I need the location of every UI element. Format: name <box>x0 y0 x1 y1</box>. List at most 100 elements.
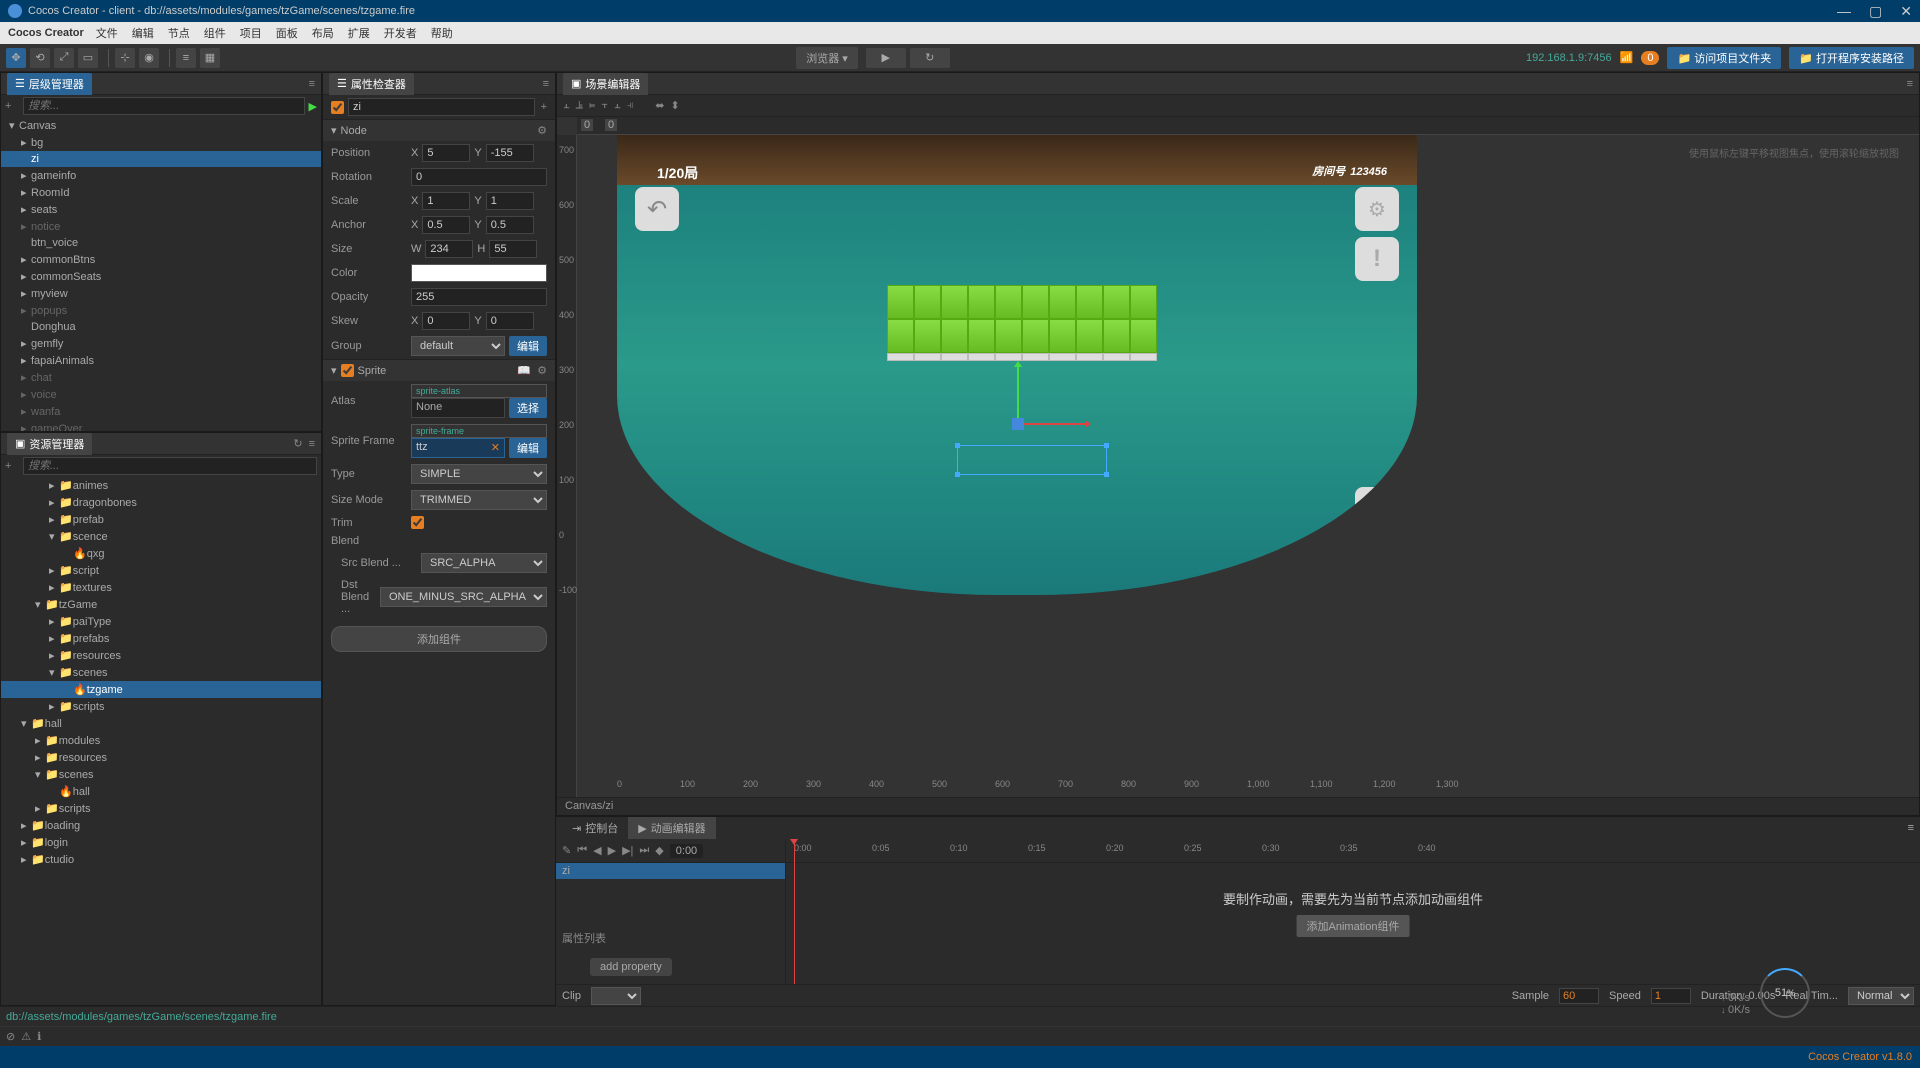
size-w-input[interactable] <box>425 240 473 258</box>
selection-box[interactable] <box>957 445 1107 475</box>
menu-component[interactable]: 组件 <box>204 25 226 41</box>
node-settings-icon[interactable]: ⚙ <box>537 124 547 137</box>
hierarchy-item-Donghua[interactable]: Donghua <box>1 319 321 335</box>
anim-menu-icon[interactable]: ≡ <box>1908 822 1914 834</box>
status-info-icon[interactable]: ℹ <box>37 1030 41 1043</box>
menu-layout[interactable]: 布局 <box>312 25 334 41</box>
hierarchy-item-commonSeats[interactable]: ▸commonSeats <box>1 268 321 285</box>
add-property-button[interactable]: add property <box>590 958 672 976</box>
anchor-x-input[interactable] <box>422 216 470 234</box>
asset-item-tzGame[interactable]: ▾📁 tzGame <box>1 596 321 613</box>
hierarchy-item-chat[interactable]: ▸chat <box>1 369 321 386</box>
inspector-tab[interactable]: ☰属性检查器 <box>329 73 414 95</box>
asset-item-animes[interactable]: ▸📁 animes <box>1 477 321 494</box>
chat-button[interactable]: 💬 <box>1355 537 1399 581</box>
opacity-input[interactable] <box>411 288 547 306</box>
skew-y-input[interactable] <box>486 312 534 330</box>
hierarchy-item-fapaiAnimals[interactable]: ▸fapaiAnimals <box>1 352 321 369</box>
asset-item-dragonbones[interactable]: ▸📁 dragonbones <box>1 494 321 511</box>
sample-input[interactable] <box>1559 988 1599 1004</box>
anim-track-item[interactable]: zi <box>556 863 785 879</box>
hierarchy-item-RoomId[interactable]: ▸RoomId <box>1 184 321 201</box>
hierarchy-item-myview[interactable]: ▸myview <box>1 285 321 302</box>
hierarchy-item-voice[interactable]: ▸voice <box>1 386 321 403</box>
hierarchy-search-input[interactable] <box>23 97 305 115</box>
asset-item-textures[interactable]: ▸📁 textures <box>1 579 321 596</box>
atlas-value[interactable]: None <box>411 398 505 418</box>
align-center-v-icon[interactable]: ⫠ <box>614 99 621 112</box>
console-tab[interactable]: ⇥控制台 <box>562 817 628 839</box>
scene-canvas[interactable]: 使用鼠标左键平移视图焦点，使用滚轮缩放视图 700600500400300200… <box>557 117 1919 797</box>
hierarchy-item-bg[interactable]: ▸bg <box>1 134 321 151</box>
hierarchy-item-commonBtns[interactable]: ▸commonBtns <box>1 251 321 268</box>
play-button[interactable]: ▶ <box>866 48 906 68</box>
scene-tab[interactable]: ▣场景编辑器 <box>563 73 648 95</box>
minimize-button[interactable]: — <box>1837 3 1851 20</box>
info-button[interactable]: ! <box>1355 237 1399 281</box>
grid-tool[interactable]: ▦ <box>200 48 220 68</box>
hierarchy-item-zi[interactable]: zi <box>1 151 321 167</box>
anchor-tool[interactable]: ⊹ <box>115 48 135 68</box>
move-tool[interactable]: ✥ <box>6 48 26 68</box>
status-warning-icon[interactable]: ⚠ <box>21 1030 31 1043</box>
spriteframe-clear-icon[interactable]: ✕ <box>491 441 500 455</box>
assets-search-input[interactable] <box>23 457 317 475</box>
hierarchy-item-gameOver[interactable]: ▸gameOver <box>1 420 321 431</box>
asset-item-script[interactable]: ▸📁 script <box>1 562 321 579</box>
sprite-type-select[interactable]: SIMPLE <box>411 464 547 484</box>
hierarchy-item-seats[interactable]: ▸seats <box>1 201 321 218</box>
animation-tab[interactable]: ▶动画编辑器 <box>628 817 715 839</box>
node-section-header[interactable]: ▾Node ⚙ <box>323 119 555 141</box>
align-left-icon[interactable]: ⫠ <box>563 99 570 112</box>
scale-tool[interactable]: ⤢ <box>54 48 74 68</box>
menu-file[interactable]: 文件 <box>96 25 118 41</box>
node-enabled-checkbox[interactable] <box>331 101 344 114</box>
dst-blend-select[interactable]: ONE_MINUS_SRC_ALPHA <box>380 587 547 607</box>
asset-item-qxg[interactable]: 🔥 qxg <box>1 545 321 562</box>
status-error-icon[interactable]: ⊘ <box>6 1030 15 1043</box>
rotate-tool[interactable]: ⟲ <box>30 48 50 68</box>
hierarchy-item-btn_voice[interactable]: btn_voice <box>1 235 321 251</box>
distribute-v-icon[interactable]: ⬍ <box>671 99 680 112</box>
asset-item-resources[interactable]: ▸📁 resources <box>1 749 321 766</box>
refresh-button[interactable]: ↻ <box>910 48 950 68</box>
anim-record-icon[interactable]: ✎ <box>562 844 571 857</box>
anim-prev-icon[interactable]: ◀ <box>593 844 601 857</box>
preview-platform-dropdown[interactable]: 浏览器 ▾ <box>796 47 858 69</box>
scale-x-input[interactable] <box>422 192 470 210</box>
settings-button[interactable]: ⚙ <box>1355 187 1399 231</box>
align-top-icon[interactable]: ⫟ <box>601 99 608 112</box>
assets-refresh-icon[interactable]: ↻ <box>293 437 302 450</box>
assets-add-button[interactable]: + <box>5 460 23 472</box>
menu-edit[interactable]: 编辑 <box>132 25 154 41</box>
asset-item-prefab[interactable]: ▸📁 prefab <box>1 511 321 528</box>
hierarchy-menu-icon[interactable]: ≡ <box>309 78 315 90</box>
hierarchy-item-gemfly[interactable]: ▸gemfly <box>1 335 321 352</box>
asset-item-prefabs[interactable]: ▸📁 prefabs <box>1 630 321 647</box>
node-name-input[interactable] <box>348 98 535 116</box>
asset-item-login[interactable]: ▸📁 login <box>1 834 321 851</box>
asset-item-scenes[interactable]: ▾📁 scenes <box>1 664 321 681</box>
hierarchy-item-notice[interactable]: ▸notice <box>1 218 321 235</box>
asset-item-scripts[interactable]: ▸📁 scripts <box>1 800 321 817</box>
open-install-path-button[interactable]: 📁 打开程序安装路径 <box>1789 47 1914 69</box>
wrap-mode-select[interactable]: Normal <box>1848 987 1914 1005</box>
anim-next-icon[interactable]: ▶| <box>622 844 633 857</box>
hierarchy-tab[interactable]: ☰层级管理器 <box>7 73 92 95</box>
add-animation-component-button[interactable]: 添加Animation组件 <box>1297 915 1410 937</box>
local-tool[interactable]: ◉ <box>139 48 159 68</box>
size-h-input[interactable] <box>489 240 537 258</box>
anchor-y-input[interactable] <box>486 216 534 234</box>
timeline-playhead[interactable] <box>794 839 795 984</box>
hierarchy-item-popups[interactable]: ▸popups <box>1 302 321 319</box>
align-tool[interactable]: ≡ <box>176 48 196 68</box>
menu-help[interactable]: 帮助 <box>431 25 453 41</box>
align-right-icon[interactable]: ⫢ <box>589 99 595 112</box>
menu-node[interactable]: 节点 <box>168 25 190 41</box>
open-project-folder-button[interactable]: 📁 访问项目文件夹 <box>1667 47 1781 69</box>
asset-item-scenes[interactable]: ▾📁 scenes <box>1 766 321 783</box>
trim-checkbox[interactable] <box>411 516 424 529</box>
asset-item-scripts[interactable]: ▸📁 scripts <box>1 698 321 715</box>
timeline-ruler[interactable]: 0:000:050:100:150:200:250:300:350:40 <box>786 839 1920 863</box>
node-add-icon[interactable]: + <box>541 101 547 113</box>
